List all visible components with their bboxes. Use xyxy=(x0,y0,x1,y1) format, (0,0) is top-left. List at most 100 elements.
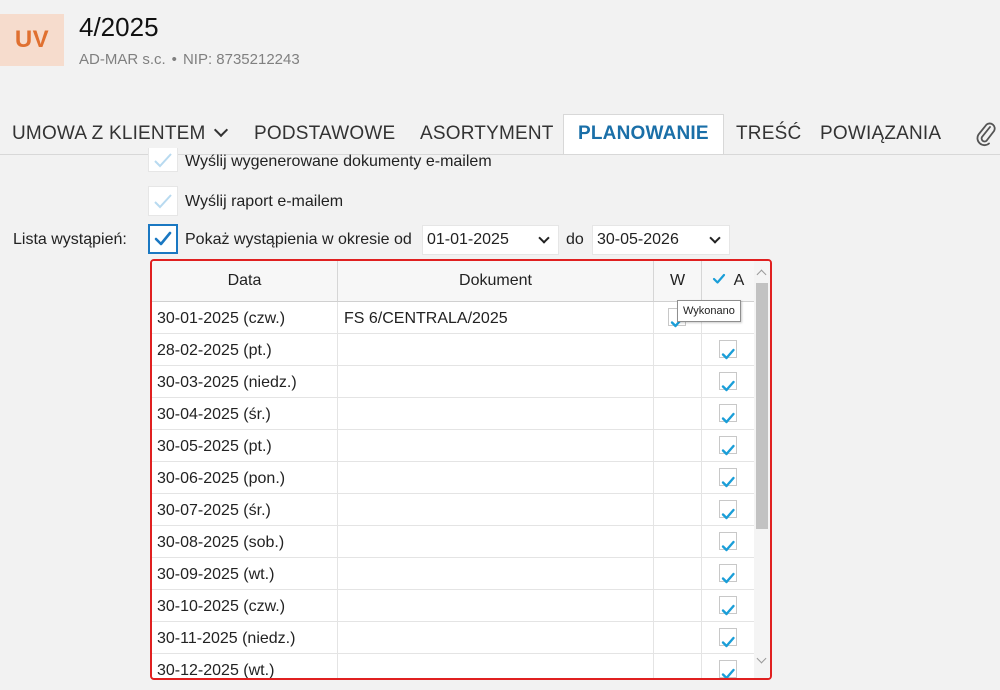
cell-date: 30-11-2025 (niedz.) xyxy=(152,622,338,653)
check-icon xyxy=(154,231,172,246)
show-occurrences-checkbox[interactable] xyxy=(148,224,178,254)
date-from-value: 01-01-2025 xyxy=(427,231,509,248)
tooltip: Wykonano xyxy=(677,300,741,322)
paperclip-icon[interactable] xyxy=(975,121,997,152)
table-row[interactable]: 28-02-2025 (pt.) xyxy=(152,334,754,366)
tab-umowa-z-klientem[interactable]: UMOWA Z KLIENTEM xyxy=(12,114,228,153)
column-header-a-label: A xyxy=(733,272,745,289)
date-from-select[interactable]: 01-01-2025 xyxy=(422,225,559,255)
cell-w xyxy=(654,654,702,678)
cell-document xyxy=(338,430,654,461)
table-row[interactable]: 30-09-2025 (wt.) xyxy=(152,558,754,590)
cell-date: 30-04-2025 (śr.) xyxy=(152,398,338,429)
cell-date: 30-08-2025 (sob.) xyxy=(152,526,338,557)
check-icon xyxy=(721,572,735,584)
cell-w xyxy=(654,366,702,397)
table-row[interactable]: 30-01-2025 (czw.) FS 6/CENTRALA/2025 xyxy=(152,302,754,334)
cell-date: 30-01-2025 (czw.) xyxy=(152,302,338,333)
active-checkbox[interactable] xyxy=(719,500,737,520)
chevron-down-icon[interactable] xyxy=(756,653,767,664)
cell-w xyxy=(654,334,702,365)
table-row[interactable]: 30-04-2025 (śr.) xyxy=(152,398,754,430)
separator-dot: • xyxy=(171,51,177,68)
active-checkbox[interactable] xyxy=(719,436,737,456)
cell-document xyxy=(338,590,654,621)
cell-a xyxy=(702,334,754,365)
column-header-w[interactable]: W xyxy=(654,261,702,301)
table-row[interactable]: 30-08-2025 (sob.) xyxy=(152,526,754,558)
send-report-checkbox[interactable] xyxy=(148,186,178,216)
check-icon xyxy=(721,668,735,678)
scrollbar-thumb[interactable] xyxy=(756,283,768,529)
grid-scrollbar[interactable] xyxy=(754,261,770,678)
tab-podstawowe[interactable]: PODSTAWOWE xyxy=(254,114,395,153)
active-checkbox[interactable] xyxy=(719,404,737,424)
check-icon xyxy=(721,508,735,520)
check-icon xyxy=(721,476,735,488)
cell-a xyxy=(702,494,754,525)
cell-w xyxy=(654,526,702,557)
cell-document xyxy=(338,526,654,557)
tab-powiazania[interactable]: POWIĄZANIA xyxy=(820,114,941,153)
column-header-a[interactable]: A xyxy=(702,261,754,301)
send-documents-label: Wyślij wygenerowane dokumenty e-mailem xyxy=(185,153,492,170)
cell-a xyxy=(702,462,754,493)
cell-a xyxy=(702,526,754,557)
grid-header: Data Dokument W A xyxy=(152,261,754,302)
chevron-up-icon[interactable] xyxy=(756,269,767,280)
table-row[interactable]: 30-06-2025 (pon.) xyxy=(152,462,754,494)
tab-label: UMOWA Z KLIENTEM xyxy=(12,123,206,144)
show-occurrences-label: Pokaż wystąpienia w okresie od xyxy=(185,231,412,248)
cell-date: 30-05-2025 (pt.) xyxy=(152,430,338,461)
cell-document: FS 6/CENTRALA/2025 xyxy=(338,302,654,333)
tab-planowanie[interactable]: PLANOWANIE xyxy=(563,114,724,154)
check-icon xyxy=(712,273,725,284)
column-header-date[interactable]: Data xyxy=(152,261,338,301)
table-row[interactable]: 30-05-2025 (pt.) xyxy=(152,430,754,462)
date-to-value: 30-05-2026 xyxy=(597,231,679,248)
cell-a xyxy=(702,590,754,621)
nip-value: NIP: 8735212243 xyxy=(182,51,300,68)
company-name: AD-MAR s.c. xyxy=(79,51,166,68)
cell-document xyxy=(338,366,654,397)
cell-document xyxy=(338,622,654,653)
chevron-down-icon xyxy=(213,122,228,138)
active-checkbox[interactable] xyxy=(719,372,737,392)
column-header-document[interactable]: Dokument xyxy=(338,261,654,301)
cell-date: 30-07-2025 (śr.) xyxy=(152,494,338,525)
active-checkbox[interactable] xyxy=(719,564,737,584)
header-a-checkbox[interactable] xyxy=(712,262,726,284)
cell-w xyxy=(654,430,702,461)
check-icon xyxy=(721,348,735,360)
check-icon xyxy=(721,444,735,456)
active-checkbox[interactable] xyxy=(719,468,737,488)
page-title: 4/2025 xyxy=(79,12,159,42)
check-icon xyxy=(721,380,735,392)
cell-date: 30-03-2025 (niedz.) xyxy=(152,366,338,397)
date-to-select[interactable]: 30-05-2026 xyxy=(592,225,730,255)
check-icon xyxy=(154,194,172,209)
cell-date: 30-09-2025 (wt.) xyxy=(152,558,338,589)
tab-tresc[interactable]: TREŚĆ xyxy=(736,114,801,153)
table-row[interactable]: 30-11-2025 (niedz.) xyxy=(152,622,754,654)
table-row[interactable]: 30-12-2025 (wt.) xyxy=(152,654,754,678)
active-checkbox[interactable] xyxy=(719,532,737,552)
cell-document xyxy=(338,462,654,493)
active-checkbox[interactable] xyxy=(719,660,737,678)
cell-date: 28-02-2025 (pt.) xyxy=(152,334,338,365)
check-icon xyxy=(721,636,735,648)
table-row[interactable]: 30-10-2025 (czw.) xyxy=(152,590,754,622)
document-type-logo: UV xyxy=(0,14,64,66)
active-checkbox[interactable] xyxy=(719,340,737,360)
send-documents-checkbox[interactable] xyxy=(148,148,178,172)
check-icon xyxy=(721,412,735,424)
occurrences-list-label: Lista wystąpień: xyxy=(13,231,127,248)
active-checkbox[interactable] xyxy=(719,596,737,616)
cell-a xyxy=(702,654,754,678)
tab-asortyment[interactable]: ASORTYMENT xyxy=(420,114,554,153)
cell-a xyxy=(702,430,754,461)
cell-w xyxy=(654,494,702,525)
table-row[interactable]: 30-07-2025 (śr.) xyxy=(152,494,754,526)
active-checkbox[interactable] xyxy=(719,628,737,648)
table-row[interactable]: 30-03-2025 (niedz.) xyxy=(152,366,754,398)
